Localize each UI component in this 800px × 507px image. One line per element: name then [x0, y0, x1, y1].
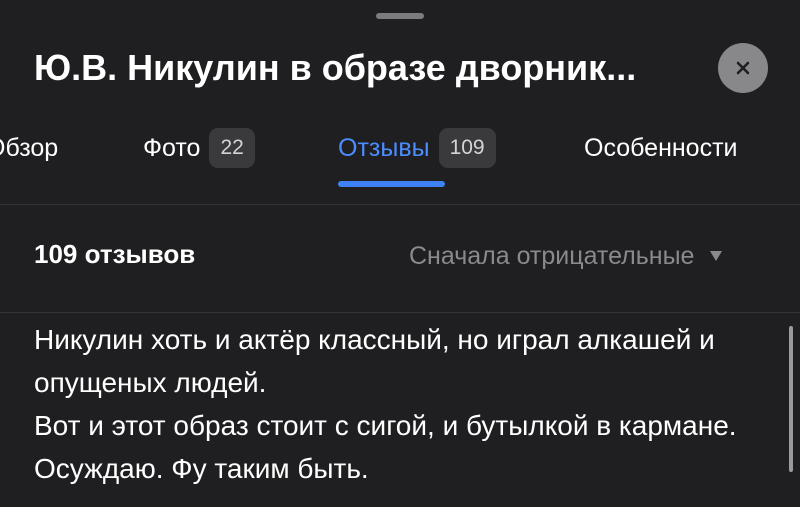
tab-overview[interactable]: Обзор — [0, 126, 58, 170]
sort-dropdown[interactable]: Сначала отрицательные — [409, 238, 723, 274]
close-icon — [736, 61, 750, 75]
close-button[interactable] — [718, 43, 768, 93]
divider — [0, 312, 800, 313]
reviews-count: 109 отзывов — [34, 239, 196, 269]
scrollbar[interactable] — [789, 326, 793, 472]
drag-handle[interactable] — [376, 13, 424, 19]
divider — [0, 204, 800, 205]
sort-label: Сначала отрицательные — [409, 242, 695, 270]
tab-label: Обзор — [0, 133, 59, 162]
page-title: Ю.В. Никулин в образе дворник... — [34, 47, 637, 88]
bottom-sheet: Ю.В. Никулин в образе дворник... Обзор Ф… — [0, 0, 800, 507]
review-paragraph: Вот и этот образ стоит с сигой, и бутылк… — [34, 410, 737, 484]
tab-label: Особенности — [584, 133, 738, 162]
active-tab-indicator — [338, 181, 445, 187]
review-paragraph: Никулин хоть и актёр классный, но играл … — [34, 324, 715, 398]
count-badge: 109 — [438, 128, 496, 168]
tab-label: Фото — [143, 133, 201, 162]
review-text: Никулин хоть и актёр классный, но играл … — [34, 318, 754, 490]
count-badge: 22 — [209, 128, 255, 168]
tab-label: Отзывы — [338, 133, 430, 162]
chevron-down-icon — [710, 251, 723, 261]
tab-features[interactable]: Особенности — [584, 126, 738, 170]
tab-reviews[interactable]: Отзывы 109 — [338, 126, 496, 170]
tab-bar: Обзор Фото 22 Отзывы 109 Особенности — [0, 118, 800, 194]
tab-photo[interactable]: Фото 22 — [143, 126, 255, 170]
